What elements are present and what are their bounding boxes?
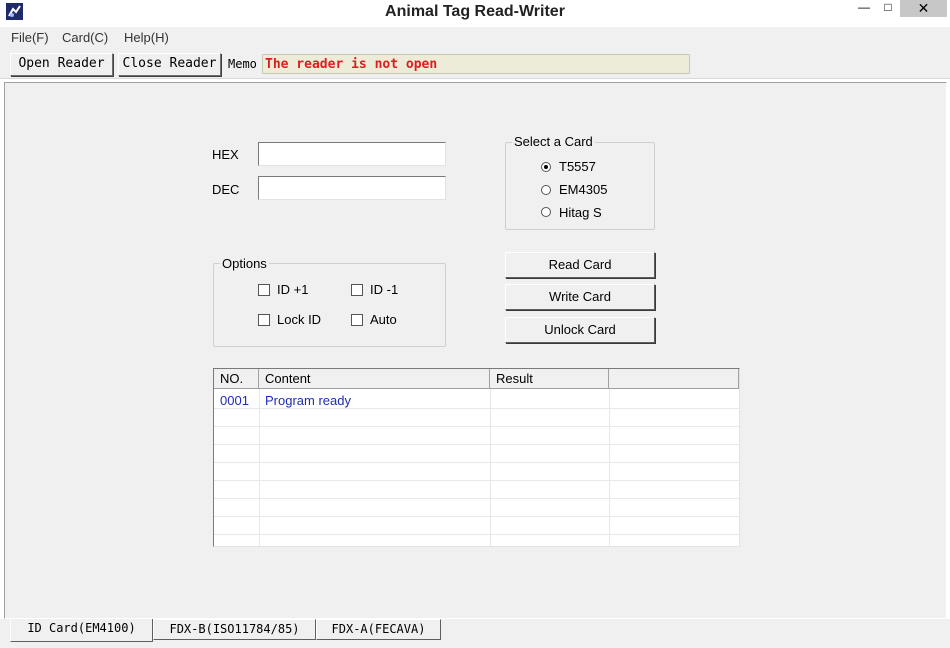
radio-em4305[interactable] <box>541 185 551 195</box>
menu-bar: File(F) Card(C) Help(H) <box>0 27 950 49</box>
tab-fdx-b[interactable]: FDX-B(ISO11784/85) <box>153 619 316 640</box>
window-title: Animal Tag Read-Writer <box>385 3 565 20</box>
column-header-content[interactable]: Content <box>259 369 490 389</box>
grid-line <box>214 462 739 463</box>
dec-label: DEC <box>212 182 240 197</box>
dec-input[interactable] <box>258 176 446 200</box>
close-icon[interactable]: ✕ <box>900 0 947 17</box>
grid-line <box>259 389 260 546</box>
grid-line <box>214 426 739 427</box>
log-list-header: NO. Content Result <box>214 369 739 389</box>
radio-t5557-label: T5557 <box>559 159 596 174</box>
options-title: Options <box>220 256 269 271</box>
radio-t5557[interactable] <box>541 162 551 172</box>
menu-help[interactable]: Help(H) <box>124 30 169 45</box>
grid-line <box>214 480 739 481</box>
grid-line <box>214 516 739 517</box>
memo-label: Memo <box>228 57 257 71</box>
id-minus-label: ID -1 <box>370 282 399 297</box>
id-plus-checkbox[interactable] <box>258 284 270 296</box>
read-card-button[interactable]: Read Card <box>505 252 655 278</box>
auto-label: Auto <box>370 312 397 327</box>
auto-checkbox[interactable] <box>351 314 363 326</box>
tab-bar: ID Card(EM4100) FDX-B(ISO11784/85) FDX-A… <box>0 619 950 648</box>
title-bar: Animal Tag Read-Writer — □ ✕ <box>0 0 950 27</box>
id-minus-checkbox[interactable] <box>351 284 363 296</box>
grid-line <box>609 389 610 546</box>
options-group <box>213 263 446 347</box>
column-header-no[interactable]: NO. <box>214 369 259 389</box>
hex-input[interactable] <box>258 142 446 166</box>
column-header-result[interactable]: Result <box>490 369 609 389</box>
menu-card[interactable]: Card(C) <box>62 30 108 45</box>
grid-line <box>214 444 739 445</box>
grid-line <box>214 408 739 409</box>
minimize-icon[interactable]: — <box>851 0 877 17</box>
hex-label: HEX <box>212 147 239 162</box>
grid-line <box>214 498 739 499</box>
radio-hitag-s[interactable] <box>541 207 551 217</box>
close-reader-button[interactable]: Close Reader <box>118 53 221 76</box>
unlock-card-button[interactable]: Unlock Card <box>505 317 655 343</box>
log-row-no: 0001 <box>220 393 249 408</box>
menu-file[interactable]: File(F) <box>11 30 49 45</box>
log-row-content: Program ready <box>265 393 351 408</box>
grid-line <box>490 389 491 546</box>
select-card-title: Select a Card <box>512 134 595 149</box>
column-header-empty <box>609 369 739 389</box>
memo-status-text: The reader is not open <box>265 57 438 72</box>
write-card-button[interactable]: Write Card <box>505 284 655 310</box>
open-reader-button[interactable]: Open Reader <box>10 53 113 76</box>
maximize-icon[interactable]: □ <box>878 0 898 17</box>
id-plus-label: ID +1 <box>277 282 309 297</box>
tab-fdx-a[interactable]: FDX-A(FECAVA) <box>316 619 441 640</box>
radio-hitag-s-label: Hitag S <box>559 205 602 220</box>
radio-em4305-label: EM4305 <box>559 182 608 197</box>
lock-id-label: Lock ID <box>277 312 322 327</box>
log-list[interactable]: NO. Content Result 0001 Program ready <box>213 368 740 547</box>
grid-line <box>214 534 739 535</box>
lock-id-checkbox[interactable] <box>258 314 270 326</box>
tab-id-card[interactable]: ID Card(EM4100) <box>10 619 153 642</box>
